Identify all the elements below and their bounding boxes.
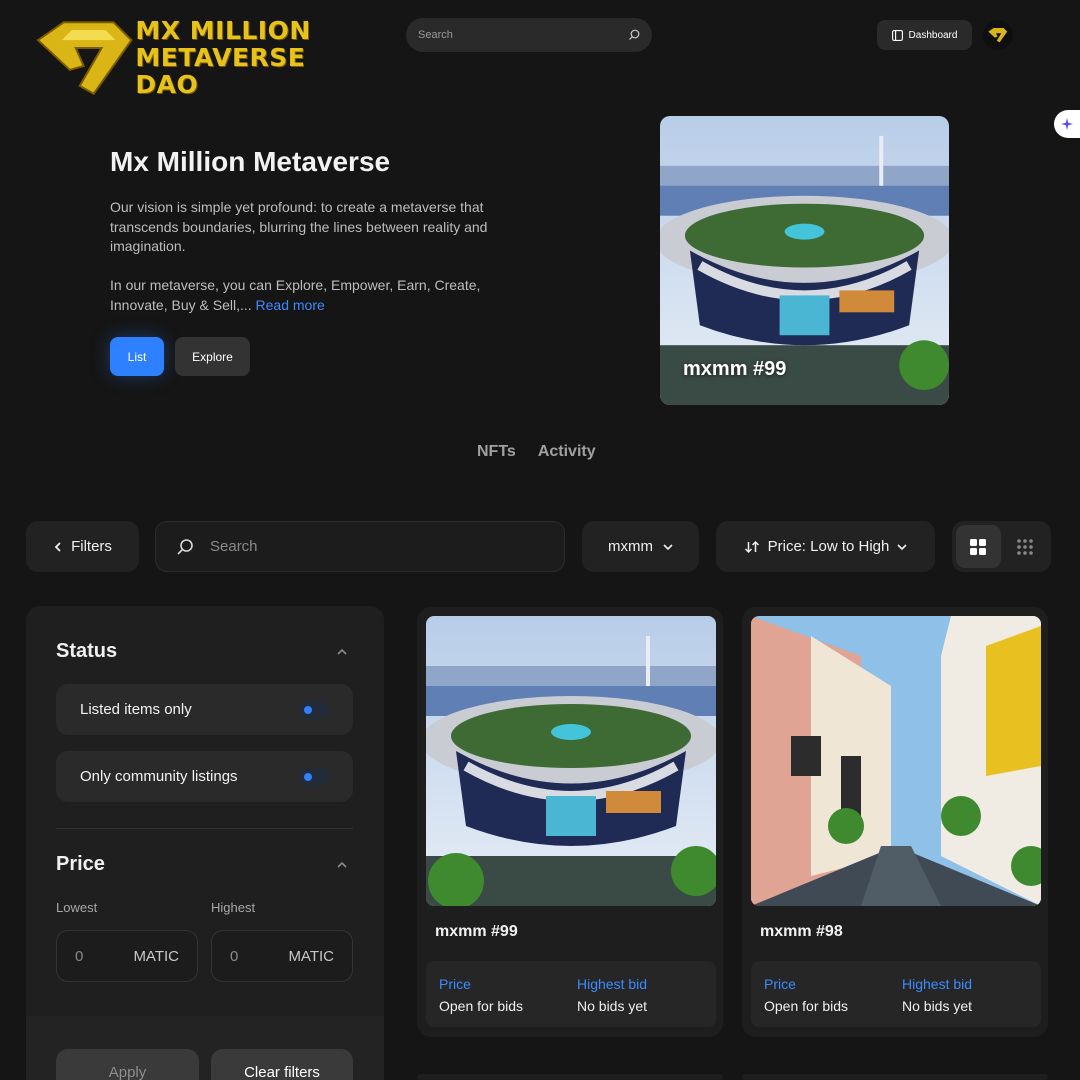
view-mode-switch [952,521,1051,572]
header-search-input[interactable] [418,29,628,41]
filters-label: Filters [71,538,112,555]
highest-bid-value: No bids yet [577,998,648,1014]
grid-small-icon [1016,538,1033,555]
nft-pricing: Price Open for bids Highest bid No bids … [751,961,1041,1027]
highest-price-label: Highest [211,900,256,915]
content-tabs: NFTs Activity [477,443,596,461]
filters-toggle-button[interactable]: Filters [26,521,139,572]
brand-logo[interactable]: MX MILLION METAVERSE DAO [36,15,376,99]
chevron-down-icon [663,543,673,550]
sort-value: Price: Low to High [767,538,890,555]
sort-select[interactable]: Price: Low to High [716,521,935,572]
diamond-logo-icon [988,28,1008,43]
nft-card-partial [417,1074,723,1080]
nft-name: mxmm #98 [760,923,843,940]
search-icon [629,29,640,40]
listed-items-only-label: Listed items only [80,701,192,718]
price-label: Price [764,976,796,992]
nft-image [426,616,716,906]
price-section-title: Price [56,853,105,875]
chevron-left-icon [54,541,61,552]
tab-activity[interactable]: Activity [538,443,596,461]
brand-line1: MX MILLION [135,15,311,45]
chevron-up-icon[interactable] [336,648,348,656]
collection-select[interactable]: mxmm [582,521,699,572]
grid-large-icon [970,538,987,555]
nft-name: mxmm #99 [435,923,518,940]
community-listings-row[interactable]: Only community listings [56,751,353,802]
nft-pricing: Price Open for bids Highest bid No bids … [426,961,716,1027]
assistant-tab[interactable] [1054,110,1080,138]
items-search-input[interactable] [210,538,544,555]
nft-card[interactable]: mxmm #98 Price Open for bids Highest bid… [742,607,1048,1037]
items-search[interactable] [155,521,565,572]
dashboard-button[interactable]: Dashboard [877,20,972,50]
currency-unit: MATIC [288,947,334,965]
nft-image [751,616,1041,906]
avatar[interactable] [983,20,1013,50]
futuristic-building-image [426,616,716,906]
highest-bid-value: No bids yet [902,998,973,1014]
tab-nfts[interactable]: NFTs [477,443,516,461]
diamond-logo-icon [36,21,133,96]
highest-bid-label: Highest bid [577,976,648,992]
brand-line2: METAVERSE DAO [135,42,306,99]
nft-card[interactable]: mxmm #99 Price Open for bids Highest bid… [417,607,723,1037]
community-listings-toggle[interactable] [299,767,329,786]
street-scene-image [751,616,1041,906]
large-grid-view-button[interactable] [956,525,1001,568]
listed-items-only-toggle[interactable] [299,700,329,719]
sidebar-panel-icon [891,29,903,41]
highest-price-value: 0 [230,947,239,965]
hero-description: Our vision is simple yet profound: to cr… [110,199,488,254]
page-title: Mx Million Metaverse [110,146,391,177]
filters-sidebar: Status Listed items only Only community … [26,606,384,1080]
hero-description-2: In our metaverse, you can Explore, Empow… [110,276,530,315]
collection-value: mxmm [608,538,653,555]
header-search[interactable] [406,18,652,52]
apply-button[interactable]: Apply [56,1049,199,1080]
list-button[interactable]: List [110,337,164,376]
sparkle-icon [1061,118,1073,130]
dashboard-label: Dashboard [908,29,958,41]
featured-nft-caption: mxmm #99 [683,358,787,380]
small-grid-view-button[interactable] [1003,525,1048,568]
status-section-title: Status [56,640,118,662]
currency-unit: MATIC [133,947,179,965]
price-value: Open for bids [764,998,849,1014]
clear-filters-button[interactable]: Clear filters [211,1049,353,1080]
highest-bid-label: Highest bid [902,976,973,992]
community-listings-label: Only community listings [80,768,238,785]
read-more-link[interactable]: Read more [256,297,325,313]
divider [56,828,353,829]
highest-price-input[interactable]: 0 MATIC [211,930,353,982]
price-value: Open for bids [439,998,524,1014]
chevron-down-icon [897,543,907,550]
chevron-up-icon[interactable] [336,861,348,869]
explore-button[interactable]: Explore [175,337,250,376]
search-icon [177,538,193,555]
listed-items-only-row[interactable]: Listed items only [56,684,353,735]
sort-arrows-icon [744,540,759,553]
lowest-price-label: Lowest [56,900,98,915]
lowest-price-input[interactable]: 0 MATIC [56,930,198,982]
price-label: Price [439,976,471,992]
lowest-price-value: 0 [75,947,84,965]
nft-card-partial [742,1074,1048,1080]
